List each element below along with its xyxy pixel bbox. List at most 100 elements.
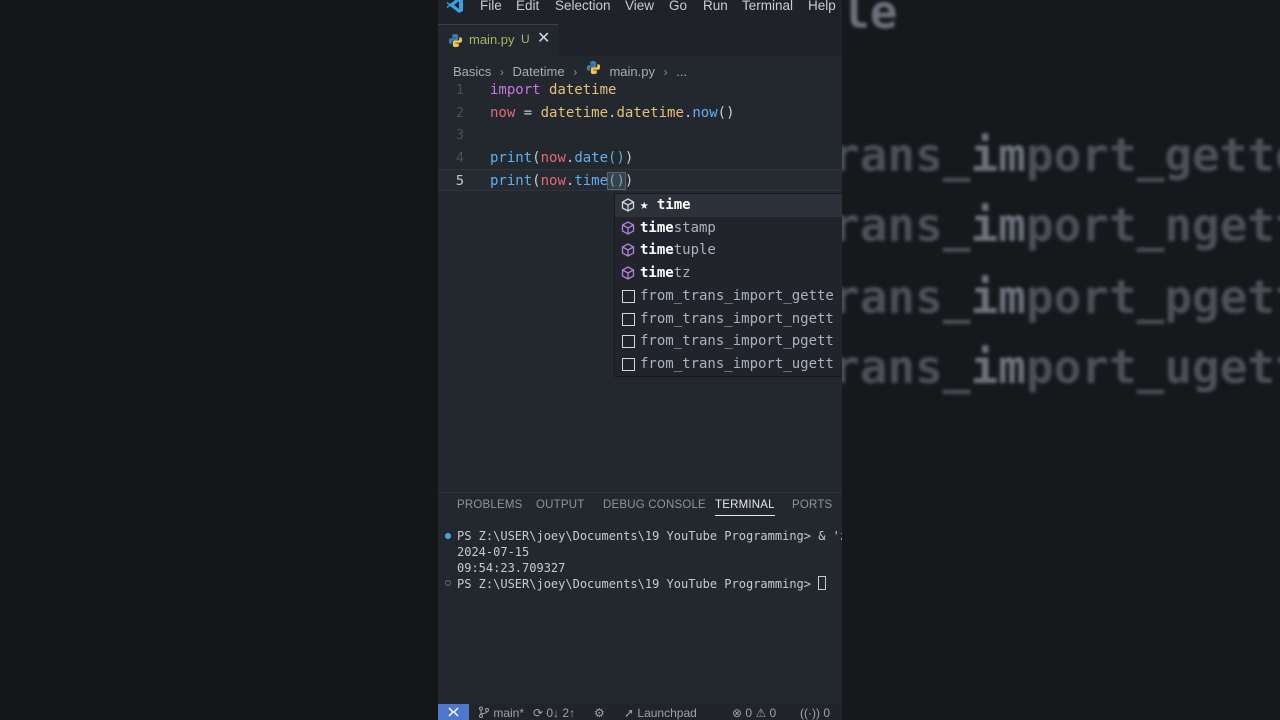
warning-count: 0 xyxy=(769,706,777,720)
tab-main-py[interactable]: main.py U ✕ xyxy=(438,24,558,57)
chevron-right-icon: › xyxy=(663,64,668,79)
suggestion-label: ★ time xyxy=(640,197,691,213)
rocket-icon: ➚ xyxy=(624,706,635,720)
breadcrumb-item-file[interactable]: main.py xyxy=(609,64,655,79)
method-cube-icon xyxy=(621,243,635,258)
suggestion-item[interactable]: from_trans_import_ugett xyxy=(615,353,842,376)
code-text: import datetime xyxy=(490,82,617,98)
terminal-cursor xyxy=(818,576,827,590)
code-line[interactable]: 1 import datetime xyxy=(438,79,842,101)
warning-icon: ⚠ xyxy=(755,706,767,720)
tab-status-badge: U xyxy=(521,32,530,46)
menu-run[interactable]: Run xyxy=(703,0,728,13)
tab-output[interactable]: OUTPUT xyxy=(536,499,584,511)
close-icon[interactable]: ✕ xyxy=(537,28,550,48)
line-number: 5 xyxy=(455,173,464,189)
background-right: le rans_import_gette rans_import_ngett r… xyxy=(842,0,1280,720)
background-left xyxy=(0,0,438,720)
suggestion-label: from_trans_import_gette xyxy=(640,287,834,304)
breadcrumb-item-datetime[interactable]: Datetime xyxy=(513,64,565,79)
tab-terminal[interactable]: TERMINAL xyxy=(715,499,775,516)
tab-bar: main.py U ✕ xyxy=(438,14,842,57)
vscode-logo-icon xyxy=(446,0,463,13)
code-line[interactable]: 2 now = datetime.datetime.now() xyxy=(438,102,842,124)
bg-line: rans_import_gette xyxy=(842,128,1280,182)
code-line[interactable]: 3 xyxy=(438,124,842,146)
command-success-dot-icon xyxy=(445,533,451,539)
suggestion-item[interactable]: timetz xyxy=(615,262,842,285)
code-text: print(now.time()) xyxy=(490,172,634,190)
menu-edit[interactable]: Edit xyxy=(516,0,539,13)
text-word-icon xyxy=(622,357,635,371)
suggestion-label: from_trans_import_ngett xyxy=(640,310,834,327)
chevron-right-icon: › xyxy=(573,64,578,79)
remote-icon[interactable] xyxy=(438,704,469,720)
suggestion-label: timetuple xyxy=(640,242,716,259)
breadcrumb-item-symbol[interactable]: ... xyxy=(676,64,687,79)
menu-view[interactable]: View xyxy=(625,0,654,13)
suggestion-item[interactable]: from_trans_import_ngett xyxy=(615,308,842,331)
terminal-prompt: PS Z:\USER\joey\Documents\19 YouTube Pro… xyxy=(457,576,827,592)
text-word-icon xyxy=(622,335,635,349)
code-text: print(now.date()) xyxy=(490,149,634,166)
tab-debug-console[interactable]: DEBUG CONSOLE xyxy=(603,499,706,511)
suggestion-item[interactable]: timetuple xyxy=(615,239,842,262)
panel-tabs: PROBLEMS OUTPUT DEBUG CONSOLE TERMINAL P… xyxy=(438,492,842,519)
menu-bar: File Edit Selection View Go Run Terminal… xyxy=(438,0,842,14)
menu-selection[interactable]: Selection xyxy=(555,0,611,13)
suggestion-label: from_trans_import_pgett xyxy=(640,333,834,350)
branch-status[interactable]: main* xyxy=(478,706,524,720)
code-text: now = datetime.datetime.now() xyxy=(490,104,735,121)
terminal-line: PS Z:\USER\joey\Documents\19 YouTube Pro… xyxy=(457,529,842,543)
tab-problems[interactable]: PROBLEMS xyxy=(457,499,523,511)
broadcast-icon: ((·)) xyxy=(800,706,820,720)
suggestion-item[interactable]: from_trans_import_pgett xyxy=(615,330,842,353)
sync-status[interactable]: ⟳ 0↓ 2↑ xyxy=(533,706,575,720)
text-word-icon xyxy=(622,289,635,303)
suggestion-label: timestamp xyxy=(640,219,716,236)
bg-line: rans_import_ngett xyxy=(842,198,1280,252)
code-line[interactable]: 4 print(now.date()) xyxy=(438,147,842,169)
ports-status[interactable]: ((·)) 0 xyxy=(800,706,830,720)
terminal-line: 2024-07-15 xyxy=(457,545,530,559)
suggestion-item[interactable]: timestamp xyxy=(615,217,842,240)
breadcrumb: Basics › Datetime › main.py › ... xyxy=(453,60,687,79)
bg-line: rans_import_ugett xyxy=(842,340,1280,394)
code-line-active[interactable]: 5 print(now.time()) xyxy=(438,169,842,191)
command-pending-dot-icon xyxy=(445,580,451,586)
suggestion-label: timetz xyxy=(640,265,691,282)
tab-filename: main.py xyxy=(469,32,515,47)
sync-counts: 0↓ 2↑ xyxy=(546,706,576,720)
launchpad-label: Launchpad xyxy=(637,706,697,720)
branch-name: main* xyxy=(493,706,525,720)
line-number: 4 xyxy=(455,149,464,166)
suggestion-item[interactable]: ★ time xyxy=(615,194,842,217)
autocomplete-suggestions: ★ time timestamp timetuple timetz from_t… xyxy=(614,193,842,377)
chevron-right-icon: › xyxy=(499,64,504,79)
breadcrumb-item-basics[interactable]: Basics xyxy=(453,64,491,79)
bg-line: rans_import_pgett xyxy=(842,270,1280,324)
python-icon xyxy=(448,33,463,48)
error-count: 0 xyxy=(745,706,753,720)
bg-line: le xyxy=(842,0,898,39)
extension-icon[interactable]: ⚙ xyxy=(594,706,605,720)
status-bar: main* ⟳ 0↓ 2↑ ⚙ ➚ Launchpad ⊗ 0 ⚠ 0 ((·)… xyxy=(438,704,842,720)
launchpad-status[interactable]: ➚ Launchpad xyxy=(624,706,697,720)
menu-help[interactable]: Help xyxy=(808,0,836,13)
line-number: 1 xyxy=(455,82,464,98)
tab-ports[interactable]: PORTS xyxy=(792,499,832,511)
suggestion-label: from_trans_import_ugett xyxy=(640,355,834,372)
sync-icon: ⟳ xyxy=(533,706,544,720)
python-icon xyxy=(586,60,600,75)
git-branch-icon xyxy=(479,706,489,718)
suggestion-item[interactable]: from_trans_import_gette xyxy=(615,285,842,308)
menu-file[interactable]: File xyxy=(480,0,502,13)
error-icon: ⊗ xyxy=(732,706,743,720)
menu-terminal[interactable]: Terminal xyxy=(742,0,793,13)
method-cube-icon xyxy=(621,220,635,235)
terminal-line: 09:54:23.709327 xyxy=(457,561,566,575)
method-cube-icon xyxy=(621,266,635,280)
method-cube-icon xyxy=(621,198,635,212)
menu-go[interactable]: Go xyxy=(669,0,687,13)
problems-status[interactable]: ⊗ 0 ⚠ 0 xyxy=(732,706,776,720)
